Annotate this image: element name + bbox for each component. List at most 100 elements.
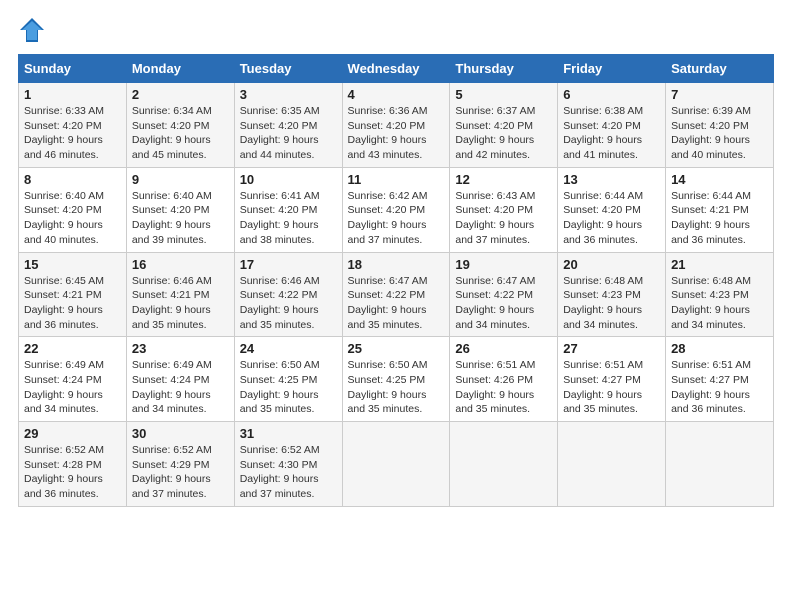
day-cell: 20 Sunrise: 6:48 AMSunset: 4:23 PMDaylig…: [558, 252, 666, 337]
week-row-4: 22 Sunrise: 6:49 AMSunset: 4:24 PMDaylig…: [19, 337, 774, 422]
day-info: Sunrise: 6:44 AMSunset: 4:20 PMDaylight:…: [563, 190, 643, 246]
day-number: 12: [455, 172, 552, 187]
day-cell: 21 Sunrise: 6:48 AMSunset: 4:23 PMDaylig…: [666, 252, 774, 337]
day-number: 18: [348, 257, 445, 272]
day-cell: 8 Sunrise: 6:40 AMSunset: 4:20 PMDayligh…: [19, 167, 127, 252]
day-number: 30: [132, 426, 229, 441]
day-cell: 9 Sunrise: 6:40 AMSunset: 4:20 PMDayligh…: [126, 167, 234, 252]
day-number: 3: [240, 87, 337, 102]
day-cell: 23 Sunrise: 6:49 AMSunset: 4:24 PMDaylig…: [126, 337, 234, 422]
day-cell: [666, 422, 774, 507]
header-cell-sunday: Sunday: [19, 55, 127, 83]
day-info: Sunrise: 6:38 AMSunset: 4:20 PMDaylight:…: [563, 105, 643, 161]
day-info: Sunrise: 6:33 AMSunset: 4:20 PMDaylight:…: [24, 105, 104, 161]
day-info: Sunrise: 6:43 AMSunset: 4:20 PMDaylight:…: [455, 190, 535, 246]
day-number: 20: [563, 257, 660, 272]
day-info: Sunrise: 6:39 AMSunset: 4:20 PMDaylight:…: [671, 105, 751, 161]
day-number: 22: [24, 341, 121, 356]
day-info: Sunrise: 6:48 AMSunset: 4:23 PMDaylight:…: [563, 275, 643, 331]
logo-icon: [18, 16, 46, 44]
day-cell: 6 Sunrise: 6:38 AMSunset: 4:20 PMDayligh…: [558, 83, 666, 168]
day-number: 5: [455, 87, 552, 102]
header: [18, 16, 774, 44]
day-cell: 28 Sunrise: 6:51 AMSunset: 4:27 PMDaylig…: [666, 337, 774, 422]
day-cell: 16 Sunrise: 6:46 AMSunset: 4:21 PMDaylig…: [126, 252, 234, 337]
day-info: Sunrise: 6:37 AMSunset: 4:20 PMDaylight:…: [455, 105, 535, 161]
day-info: Sunrise: 6:50 AMSunset: 4:25 PMDaylight:…: [348, 359, 428, 415]
day-cell: 11 Sunrise: 6:42 AMSunset: 4:20 PMDaylig…: [342, 167, 450, 252]
day-info: Sunrise: 6:36 AMSunset: 4:20 PMDaylight:…: [348, 105, 428, 161]
day-number: 17: [240, 257, 337, 272]
day-cell: [342, 422, 450, 507]
day-number: 9: [132, 172, 229, 187]
day-cell: [558, 422, 666, 507]
day-cell: 26 Sunrise: 6:51 AMSunset: 4:26 PMDaylig…: [450, 337, 558, 422]
day-number: 4: [348, 87, 445, 102]
day-cell: 24 Sunrise: 6:50 AMSunset: 4:25 PMDaylig…: [234, 337, 342, 422]
day-cell: 7 Sunrise: 6:39 AMSunset: 4:20 PMDayligh…: [666, 83, 774, 168]
day-info: Sunrise: 6:51 AMSunset: 4:26 PMDaylight:…: [455, 359, 535, 415]
week-row-5: 29 Sunrise: 6:52 AMSunset: 4:28 PMDaylig…: [19, 422, 774, 507]
day-cell: 3 Sunrise: 6:35 AMSunset: 4:20 PMDayligh…: [234, 83, 342, 168]
day-number: 21: [671, 257, 768, 272]
calendar-table: SundayMondayTuesdayWednesdayThursdayFrid…: [18, 54, 774, 507]
day-cell: 5 Sunrise: 6:37 AMSunset: 4:20 PMDayligh…: [450, 83, 558, 168]
day-info: Sunrise: 6:51 AMSunset: 4:27 PMDaylight:…: [563, 359, 643, 415]
day-info: Sunrise: 6:46 AMSunset: 4:21 PMDaylight:…: [132, 275, 212, 331]
day-number: 6: [563, 87, 660, 102]
day-cell: 19 Sunrise: 6:47 AMSunset: 4:22 PMDaylig…: [450, 252, 558, 337]
day-cell: 17 Sunrise: 6:46 AMSunset: 4:22 PMDaylig…: [234, 252, 342, 337]
day-number: 14: [671, 172, 768, 187]
day-number: 25: [348, 341, 445, 356]
day-cell: 18 Sunrise: 6:47 AMSunset: 4:22 PMDaylig…: [342, 252, 450, 337]
day-cell: 12 Sunrise: 6:43 AMSunset: 4:20 PMDaylig…: [450, 167, 558, 252]
week-row-3: 15 Sunrise: 6:45 AMSunset: 4:21 PMDaylig…: [19, 252, 774, 337]
day-info: Sunrise: 6:42 AMSunset: 4:20 PMDaylight:…: [348, 190, 428, 246]
day-cell: 15 Sunrise: 6:45 AMSunset: 4:21 PMDaylig…: [19, 252, 127, 337]
day-number: 11: [348, 172, 445, 187]
day-info: Sunrise: 6:34 AMSunset: 4:20 PMDaylight:…: [132, 105, 212, 161]
header-cell-wednesday: Wednesday: [342, 55, 450, 83]
day-number: 13: [563, 172, 660, 187]
calendar-body: 1 Sunrise: 6:33 AMSunset: 4:20 PMDayligh…: [19, 83, 774, 507]
day-number: 26: [455, 341, 552, 356]
day-info: Sunrise: 6:45 AMSunset: 4:21 PMDaylight:…: [24, 275, 104, 331]
day-cell: 22 Sunrise: 6:49 AMSunset: 4:24 PMDaylig…: [19, 337, 127, 422]
day-number: 31: [240, 426, 337, 441]
day-info: Sunrise: 6:47 AMSunset: 4:22 PMDaylight:…: [348, 275, 428, 331]
day-info: Sunrise: 6:52 AMSunset: 4:29 PMDaylight:…: [132, 444, 212, 500]
header-cell-thursday: Thursday: [450, 55, 558, 83]
day-info: Sunrise: 6:47 AMSunset: 4:22 PMDaylight:…: [455, 275, 535, 331]
day-number: 27: [563, 341, 660, 356]
day-info: Sunrise: 6:44 AMSunset: 4:21 PMDaylight:…: [671, 190, 751, 246]
day-info: Sunrise: 6:49 AMSunset: 4:24 PMDaylight:…: [132, 359, 212, 415]
day-info: Sunrise: 6:46 AMSunset: 4:22 PMDaylight:…: [240, 275, 320, 331]
day-number: 7: [671, 87, 768, 102]
day-number: 15: [24, 257, 121, 272]
day-cell: 14 Sunrise: 6:44 AMSunset: 4:21 PMDaylig…: [666, 167, 774, 252]
day-number: 10: [240, 172, 337, 187]
day-number: 2: [132, 87, 229, 102]
day-info: Sunrise: 6:52 AMSunset: 4:30 PMDaylight:…: [240, 444, 320, 500]
page: SundayMondayTuesdayWednesdayThursdayFrid…: [0, 0, 792, 612]
day-number: 29: [24, 426, 121, 441]
day-info: Sunrise: 6:48 AMSunset: 4:23 PMDaylight:…: [671, 275, 751, 331]
day-info: Sunrise: 6:41 AMSunset: 4:20 PMDaylight:…: [240, 190, 320, 246]
day-info: Sunrise: 6:50 AMSunset: 4:25 PMDaylight:…: [240, 359, 320, 415]
week-row-1: 1 Sunrise: 6:33 AMSunset: 4:20 PMDayligh…: [19, 83, 774, 168]
day-cell: 31 Sunrise: 6:52 AMSunset: 4:30 PMDaylig…: [234, 422, 342, 507]
day-info: Sunrise: 6:52 AMSunset: 4:28 PMDaylight:…: [24, 444, 104, 500]
day-cell: 27 Sunrise: 6:51 AMSunset: 4:27 PMDaylig…: [558, 337, 666, 422]
day-info: Sunrise: 6:40 AMSunset: 4:20 PMDaylight:…: [24, 190, 104, 246]
day-number: 24: [240, 341, 337, 356]
day-cell: [450, 422, 558, 507]
day-cell: 29 Sunrise: 6:52 AMSunset: 4:28 PMDaylig…: [19, 422, 127, 507]
week-row-2: 8 Sunrise: 6:40 AMSunset: 4:20 PMDayligh…: [19, 167, 774, 252]
day-info: Sunrise: 6:40 AMSunset: 4:20 PMDaylight:…: [132, 190, 212, 246]
day-cell: 13 Sunrise: 6:44 AMSunset: 4:20 PMDaylig…: [558, 167, 666, 252]
header-cell-tuesday: Tuesday: [234, 55, 342, 83]
header-cell-monday: Monday: [126, 55, 234, 83]
calendar-header: SundayMondayTuesdayWednesdayThursdayFrid…: [19, 55, 774, 83]
day-number: 16: [132, 257, 229, 272]
header-cell-friday: Friday: [558, 55, 666, 83]
